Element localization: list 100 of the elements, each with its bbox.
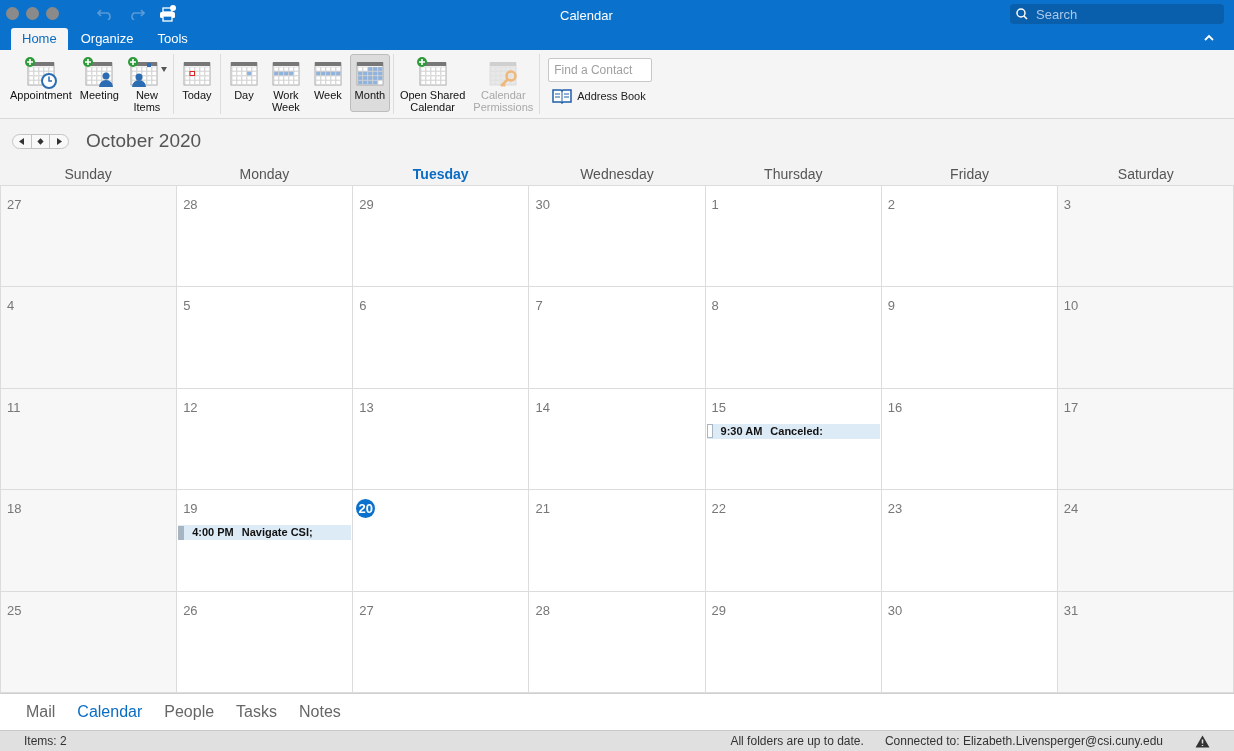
day-number: 11 bbox=[7, 400, 21, 415]
day-cell[interactable]: 29 bbox=[353, 186, 530, 288]
day-number: 4 bbox=[7, 299, 15, 314]
day-cell[interactable]: 28 bbox=[177, 186, 354, 288]
ribbon-button[interactable]: Meeting bbox=[76, 54, 122, 112]
day-number: 29 bbox=[359, 198, 374, 212]
day-cell[interactable]: 21 bbox=[529, 490, 706, 592]
warning-icon[interactable] bbox=[1195, 734, 1210, 748]
day-cell[interactable]: 26 bbox=[177, 591, 354, 693]
day-cell[interactable]: 3 bbox=[1057, 186, 1234, 288]
day-cell[interactable]: 22 bbox=[705, 490, 882, 592]
weekday-header: Thursday bbox=[763, 165, 824, 184]
navigation-tab[interactable]: Calendar bbox=[77, 700, 143, 724]
day-cell[interactable]: 19 4:00 PM Navigate CSI; bbox=[177, 490, 354, 592]
weekday-header: Friday bbox=[949, 165, 990, 184]
day-number: 12 bbox=[183, 400, 198, 415]
ribbon-tab[interactable]: Organize bbox=[69, 28, 145, 50]
day-number: 28 bbox=[535, 603, 550, 618]
day-cell[interactable]: 27 bbox=[1, 186, 178, 288]
day-cell[interactable]: 15 9:30 AM Canceled: bbox=[705, 388, 882, 491]
day-cell[interactable]: 28 bbox=[529, 591, 706, 693]
weekday-header: Tuesday bbox=[411, 165, 470, 184]
day-cell[interactable]: 20 bbox=[353, 490, 530, 592]
ribbon-button[interactable]: New Items bbox=[123, 54, 170, 112]
day-cell[interactable]: 14 bbox=[529, 388, 706, 491]
calendar-person-icon bbox=[126, 57, 161, 89]
ribbon-button[interactable]: Week bbox=[307, 54, 348, 112]
ribbon-button[interactable]: Open Shared Calendar bbox=[396, 54, 469, 112]
day-cell[interactable]: 4 bbox=[1, 287, 178, 389]
day-number: 30 bbox=[887, 603, 903, 618]
day-number: 25 bbox=[7, 603, 22, 618]
address-book-button[interactable]: Address Book bbox=[548, 88, 653, 105]
day-cell[interactable]: 18 bbox=[1, 490, 178, 592]
day-number: 24 bbox=[1063, 502, 1079, 517]
day-cell[interactable]: 29 bbox=[705, 591, 882, 693]
day-number: 18 bbox=[7, 502, 22, 517]
ribbon-button[interactable]: Month bbox=[349, 54, 390, 112]
day-cell[interactable]: 12 bbox=[177, 388, 354, 491]
day-number: 10 bbox=[1063, 299, 1079, 314]
ribbon-button[interactable]: Day bbox=[223, 54, 264, 112]
day-cell[interactable]: 5 bbox=[177, 287, 354, 389]
day-number: 31 bbox=[1063, 603, 1079, 618]
month-title: October 2020 bbox=[86, 128, 202, 153]
ribbon-button[interactable]: Work Week bbox=[265, 54, 306, 112]
ribbon-button[interactable]: Today bbox=[176, 54, 217, 112]
day-cell[interactable]: 17 bbox=[1057, 388, 1234, 491]
item-count: Items: 2 bbox=[24, 733, 67, 750]
search-field[interactable]: Search bbox=[1010, 4, 1224, 24]
day-number: 9 bbox=[887, 299, 895, 314]
day-number: 23 bbox=[887, 502, 903, 517]
day-cell[interactable]: 1 bbox=[705, 186, 882, 288]
day-cell[interactable]: 10 bbox=[1057, 287, 1234, 389]
month-navigation-control[interactable] bbox=[12, 133, 69, 149]
day-cell[interactable]: 30 bbox=[881, 591, 1058, 693]
diamond-icon[interactable] bbox=[31, 134, 50, 148]
day-number: 7 bbox=[535, 299, 543, 314]
ribbon-tab[interactable]: Home bbox=[11, 28, 68, 50]
ribbon-tab[interactable]: Tools bbox=[146, 28, 199, 50]
weekday-header: Monday bbox=[238, 165, 291, 184]
day-number: 19 bbox=[183, 502, 198, 517]
day-number: 15 bbox=[711, 400, 727, 415]
day-cell[interactable]: 8 bbox=[705, 287, 882, 389]
day-cell[interactable]: 27 bbox=[353, 591, 530, 693]
day-cell[interactable]: 23 bbox=[881, 490, 1058, 592]
weekday-header: Sunday bbox=[63, 165, 113, 184]
ribbon-button[interactable]: Appointment bbox=[7, 54, 75, 112]
collapse-ribbon-icon[interactable] bbox=[1204, 34, 1214, 41]
navigation-tab[interactable]: People bbox=[164, 700, 215, 724]
day-number: 30 bbox=[535, 198, 550, 212]
day-cell[interactable]: 30 bbox=[529, 186, 706, 288]
printer-icon[interactable] bbox=[159, 5, 177, 22]
day-cell[interactable]: 6 bbox=[353, 287, 530, 389]
day-cell[interactable]: 9 bbox=[881, 287, 1058, 389]
day-number: 27 bbox=[359, 603, 374, 618]
day-cell[interactable]: 16 bbox=[881, 388, 1058, 491]
day-number: 22 bbox=[711, 502, 727, 517]
connection-status: Connected to: Elizabeth.Livensperger@csi.cuny.edu bbox=[884, 733, 1163, 750]
day-number: 2 bbox=[887, 198, 895, 212]
navigation-tab[interactable]: Tasks bbox=[236, 700, 277, 724]
day-cell[interactable]: 11 bbox=[1, 388, 178, 491]
day-cell[interactable]: 7 bbox=[529, 287, 706, 389]
day-number: 26 bbox=[183, 603, 198, 618]
calendar-event[interactable]: 9:30 AM Canceled: bbox=[706, 423, 880, 439]
day-number: 5 bbox=[183, 299, 191, 314]
day-number: 21 bbox=[535, 502, 550, 517]
day-number: 6 bbox=[359, 299, 367, 314]
day-number: 1 bbox=[711, 198, 719, 212]
day-cell[interactable]: 24 bbox=[1057, 490, 1234, 592]
navigation-tab[interactable]: Mail bbox=[26, 700, 56, 724]
calendar-plus-icon bbox=[415, 57, 450, 89]
day-cell[interactable]: 2 bbox=[881, 186, 1058, 288]
day-number: 27 bbox=[7, 198, 22, 212]
day-cell[interactable]: 25 bbox=[1, 591, 178, 693]
find-contact-field[interactable]: Find a Contact bbox=[548, 58, 653, 82]
window-title: Calendar bbox=[560, 7, 613, 25]
day-cell[interactable]: 31 bbox=[1057, 591, 1234, 693]
calendar-event[interactable]: 4:00 PM Navigate CSI; bbox=[178, 525, 352, 541]
navigation-tab[interactable]: Notes bbox=[299, 700, 341, 724]
day-cell[interactable]: 13 bbox=[353, 388, 530, 491]
day-number: 29 bbox=[711, 603, 727, 618]
